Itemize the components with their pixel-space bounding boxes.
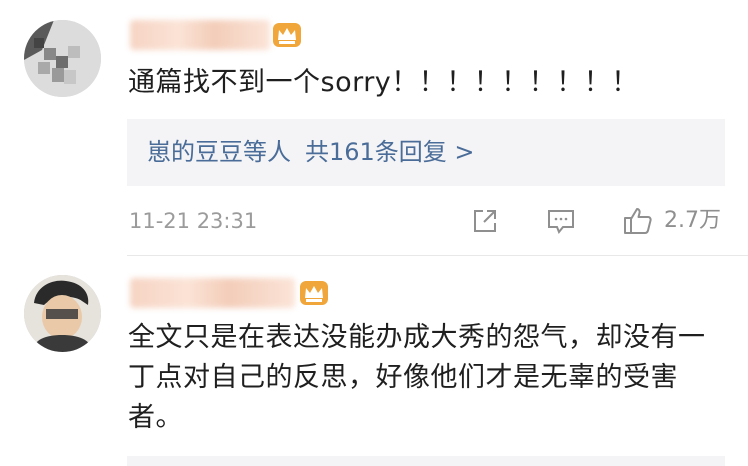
reply-summary-line[interactable]: 崽的豆豆等人 共161条回复 > xyxy=(147,133,475,171)
timestamp: 11-21 23:31 xyxy=(129,209,258,233)
username-redacted[interactable] xyxy=(130,278,295,308)
comment-text: 通篇找不到一个sorry！！！！！！！！！ xyxy=(128,67,639,98)
like-icon[interactable] xyxy=(622,205,654,237)
comment-icon[interactable] xyxy=(545,205,577,237)
crown-badge-icon xyxy=(272,22,302,48)
avatar-image xyxy=(24,20,101,97)
reply-total-link[interactable]: 共161条回复 > xyxy=(305,138,475,166)
comment-text: 全文只是在表达没能办成大秀的怨气，却没有一丁点对自己的反思，好像他们才是无辜的受… xyxy=(128,322,706,433)
avatar-image xyxy=(24,275,101,352)
comment-item: 通篇找不到一个sorry！！！！！！！！！ 崽的豆豆等人 共161条回复 > 11… xyxy=(0,0,748,256)
crown-badge-icon xyxy=(299,280,329,306)
reply-users[interactable]: 崽的豆豆等人 xyxy=(147,138,291,166)
comment-meta: 11-21 23:31 2.7万 xyxy=(0,201,748,241)
avatar[interactable] xyxy=(24,275,101,352)
reply-summary-partial xyxy=(127,456,725,466)
username-redacted[interactable] xyxy=(130,20,270,50)
reply-summary[interactable]: 崽的豆豆等人 共161条回复 > xyxy=(127,119,725,186)
comment-item: 全文只是在表达没能办成大秀的怨气，却没有一丁点对自己的反思，好像他们才是无辜的受… xyxy=(0,256,748,466)
avatar[interactable] xyxy=(24,20,101,97)
share-icon[interactable] xyxy=(469,205,501,237)
like-count: 2.7万 xyxy=(664,208,721,233)
